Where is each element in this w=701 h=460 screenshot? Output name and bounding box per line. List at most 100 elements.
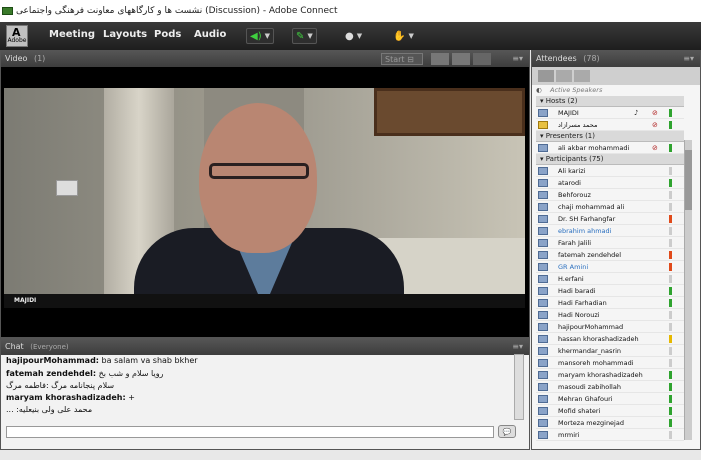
participant-row[interactable]: mansoreh mohammadi [536,357,684,369]
participant-row[interactable]: mrmiri [536,429,684,441]
sort-icon[interactable] [574,70,590,82]
pod-menu-icon[interactable]: ≡▾ [512,339,523,355]
camera-button[interactable]: ● ▼ [342,28,365,44]
status-indicator [669,215,672,223]
status-indicator [669,203,672,211]
participant-row[interactable]: ebrahim ahmadi [536,225,684,237]
participant-name: Hadi Farhadian [558,299,607,307]
menu-meeting[interactable]: Meeting [49,29,95,40]
participant-row[interactable]: H.erfani [536,273,684,285]
chat-message: سلام پنجانامه مرگ :فاطمه مرگ [6,381,115,390]
pod-menu-icon[interactable]: ≡▾ [683,51,694,67]
layout-icon[interactable] [452,53,470,65]
chat-message: maryam khorashadizadeh: + [6,393,135,402]
grid-view-icon[interactable] [556,70,572,82]
chat-input[interactable] [6,426,494,438]
participant-icon [538,167,548,175]
status-indicator [669,179,672,187]
presenter-row[interactable]: ali akbar mohammadi ⊘ [536,142,684,154]
participant-row[interactable]: masoudi zabihollah [536,381,684,393]
participants-group[interactable]: ▾ Participants (75) [536,154,684,165]
layout-icon[interactable] [431,53,449,65]
chat-pod-header: Chat (Everyone) ≡▾ [1,339,529,355]
status-indicator [669,431,672,439]
participant-icon [538,275,548,283]
video-pod-count: (1) [33,54,46,63]
participant-row[interactable]: Mehran Ghafouri [536,393,684,405]
participant-name: hajipourMohammad [558,323,624,331]
raise-hand-button[interactable]: ✋ ▼ [390,28,417,44]
host-row[interactable]: محمد مسرازاد ⊘ [536,119,684,131]
participant-row[interactable]: Hadi Norouzi [536,309,684,321]
list-view-icon[interactable] [538,70,554,82]
participant-row[interactable]: hassan khorashadizadeh [536,333,684,345]
status-indicator [669,239,672,247]
participant-row[interactable]: fatemah zendehdel [536,249,684,261]
layout-icon[interactable] [473,53,491,65]
microphone-button[interactable]: ✎ ▼ [292,28,317,44]
status-indicator [669,109,672,117]
participant-row[interactable]: Ali karizi [536,165,684,177]
participant-row[interactable]: hajipourMohammad [536,321,684,333]
participant-icon [538,203,548,211]
participant-icon [538,335,548,343]
pod-menu-icon[interactable]: ≡▾ [512,51,523,67]
active-speakers: ◐ Active Speakers [536,86,603,94]
participant-icon [538,191,548,199]
chat-message: hajipourMohammad: ba salam va shab bkher [6,356,198,365]
participant-name: maryam khorashadizadeh [558,371,643,379]
start-button[interactable]: Start ⊟ [381,53,423,65]
participant-row[interactable]: Hadi baradi [536,285,684,297]
participant-row[interactable]: maryam khorashadizadeh [536,369,684,381]
send-button[interactable]: 💬 [498,425,516,438]
participant-icon [538,311,548,319]
camera-icon: ⊘ [652,144,658,152]
speaker-button[interactable]: ◀) ▼ [246,28,274,44]
participant-row[interactable]: GR Amini [536,261,684,273]
host-icon [538,109,548,117]
status-indicator [669,263,672,271]
status-indicator [669,299,672,307]
status-indicator [669,323,672,331]
participant-row[interactable]: chaji mohammad ali [536,201,684,213]
host-row[interactable]: MAJIDI ♪ ⊘ [536,107,684,119]
participant-row[interactable]: Farah Jalili [536,237,684,249]
menu-layouts[interactable]: Layouts [103,29,147,40]
status-indicator [669,407,672,415]
participant-row[interactable]: Mofid shateri [536,405,684,417]
participant-icon [538,431,548,439]
attendees-scrollbar[interactable] [684,140,692,440]
video-pod-header: Video (1) Start ⊟ ≡▾ [1,51,529,67]
chevron-down-icon: ▼ [356,32,363,40]
presenter-icon [538,144,548,152]
participant-icon [538,323,548,331]
participant-icon [538,419,548,427]
status-indicator [669,371,672,379]
participant-name: chaji mohammad ali [558,203,625,211]
chat-scope: (Everyone) [30,343,69,351]
hosts-group[interactable]: ▾ Hosts (2) [536,96,684,107]
participant-icon [538,287,548,295]
participant-name: ebrahim ahmadi [558,227,612,235]
microphone-icon: ♪ [634,109,639,117]
chat-pod-title: Chat [5,342,24,351]
menu-audio[interactable]: Audio [194,29,226,40]
participant-icon [538,371,548,379]
participant-icon [538,263,548,271]
participant-row[interactable]: atarodi [536,177,684,189]
menu-pods[interactable]: Pods [154,29,181,40]
camera-icon: ⊘ [652,121,658,129]
presenters-group[interactable]: ▾ Presenters (1) [536,131,684,142]
status-indicator [669,359,672,367]
attendees-pod-title: Attendees [536,54,577,63]
participant-row[interactable]: Behforouz [536,189,684,201]
participant-row[interactable]: Hadi Farhadian [536,297,684,309]
adobe-logo: A Adobe [6,25,28,47]
participant-row[interactable]: Dr. SH Farhangfar [536,213,684,225]
participant-name: masoudi zabihollah [558,383,621,391]
chat-scrollbar[interactable] [514,354,524,420]
wall-frame [374,88,525,136]
participant-row[interactable]: Morteza mezginejad [536,417,684,429]
video-speaker-label: MAJIDI [4,294,525,308]
participant-row[interactable]: khermandar_nasrin [536,345,684,357]
